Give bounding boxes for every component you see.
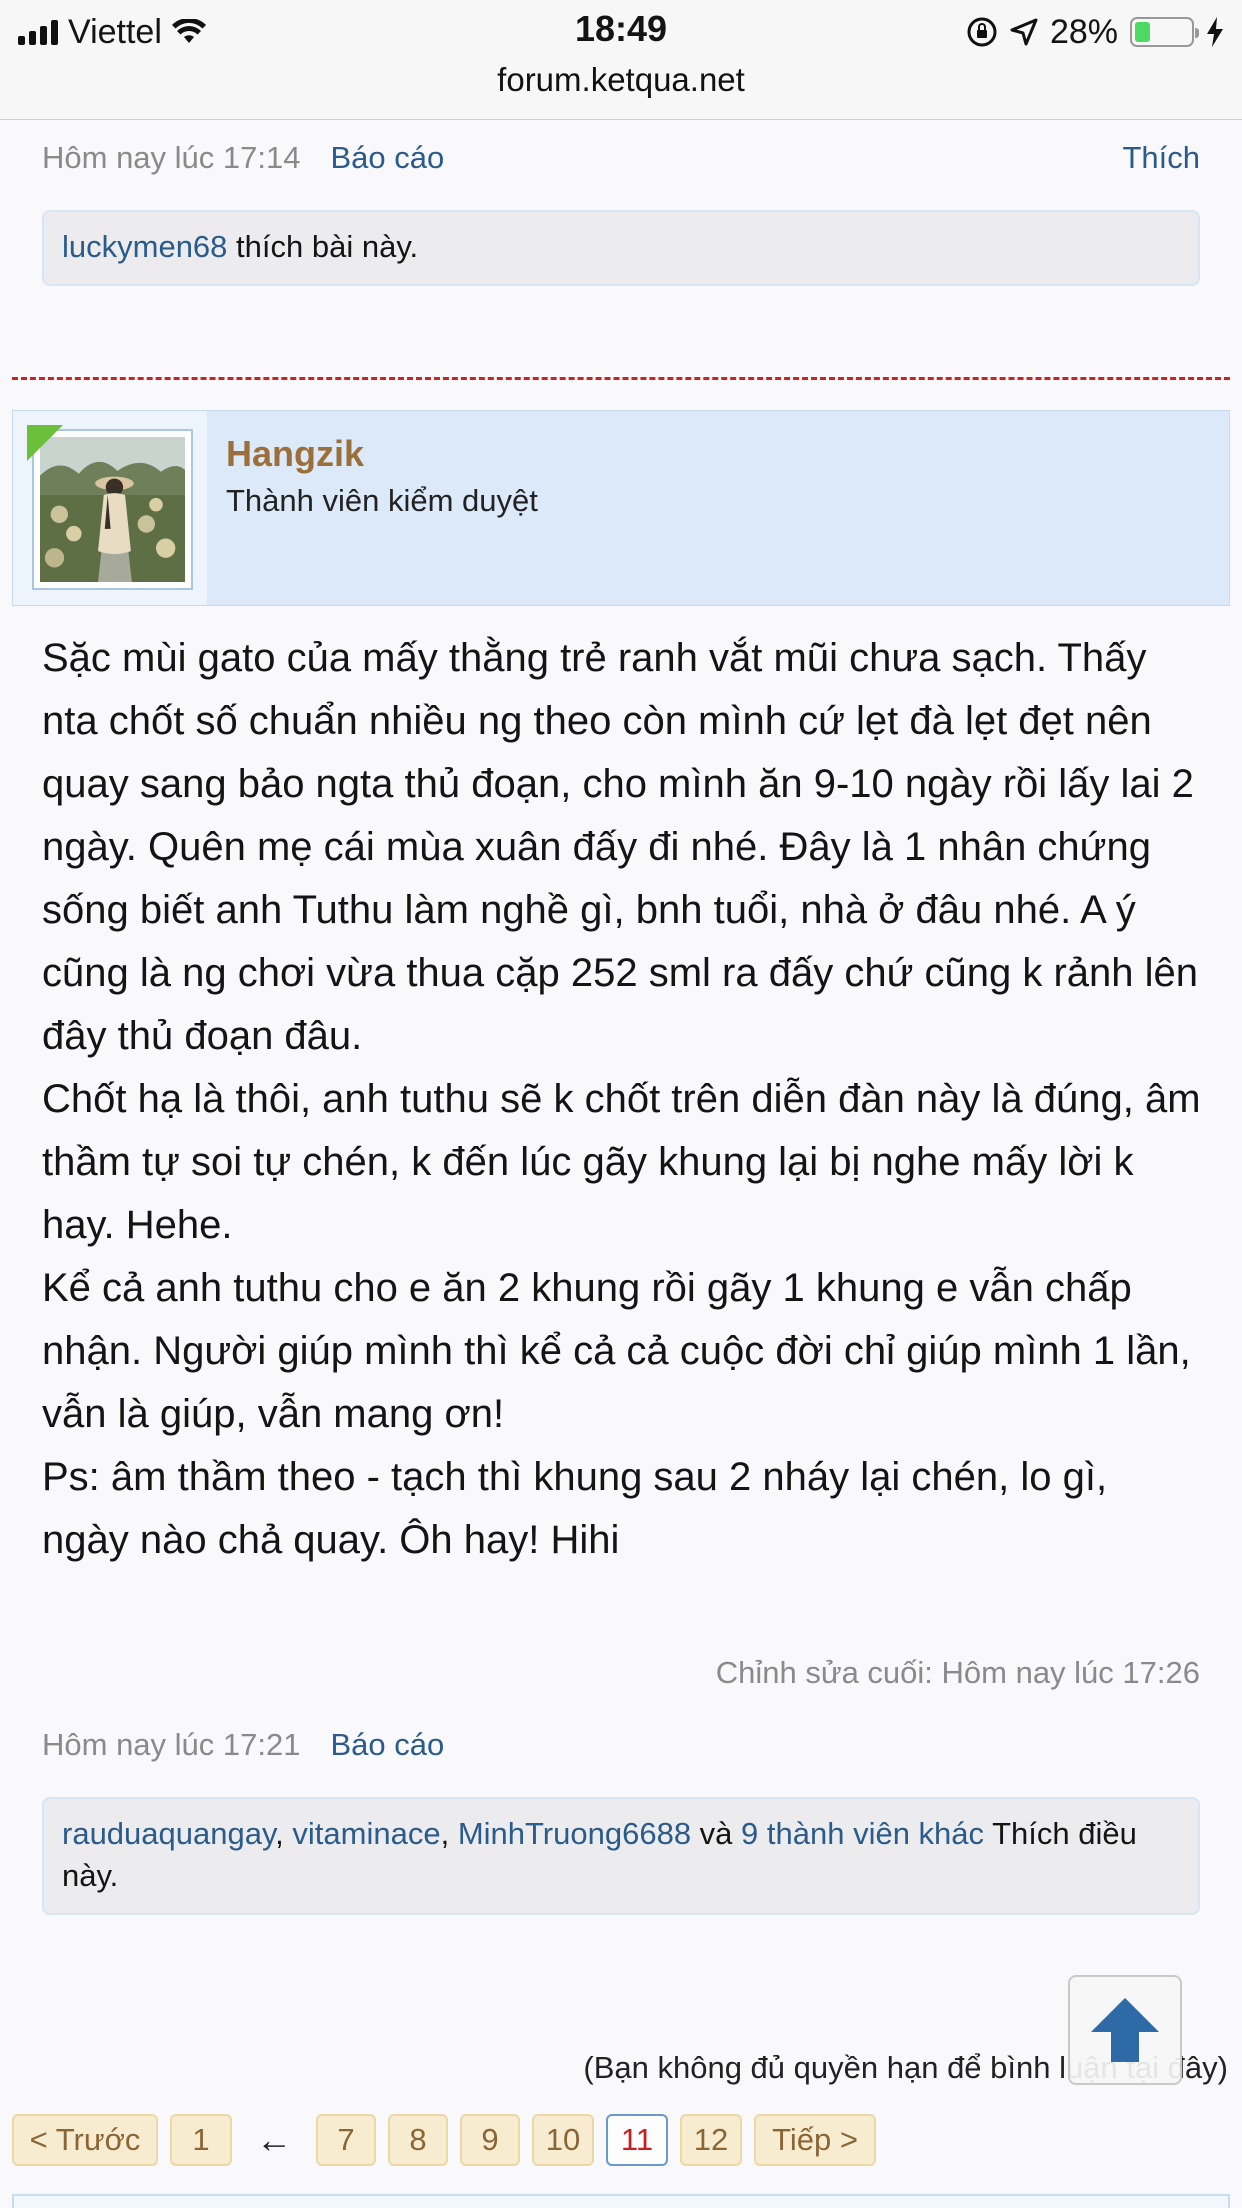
status-bar: Viettel 18:49 28% <box>0 0 1242 60</box>
author-name[interactable]: Hangzik <box>226 433 364 475</box>
location-arrow-icon <box>1010 18 1038 46</box>
next-page-button[interactable]: Tiếp > <box>754 2114 876 2166</box>
report-link[interactable]: Báo cáo <box>330 1727 444 1763</box>
footer-edge <box>12 2194 1230 2208</box>
message-paragraph: Ps: âm thầm theo - tạch thì khung sau 2 … <box>42 1455 1108 1562</box>
post-time: Hôm nay lúc 17:21 <box>42 1727 301 1762</box>
post-meta: Hôm nay lúc 17:21 Báo cáo <box>42 1723 1200 1767</box>
prev-post-meta: Hôm nay lúc 17:14 Báo cáo Thích <box>42 136 1200 180</box>
post-time: Hôm nay lúc 17:14 <box>42 140 301 175</box>
page-10-button[interactable]: 10 <box>532 2114 594 2166</box>
report-link[interactable]: Báo cáo <box>330 140 444 176</box>
author-title: Thành viên kiểm duyệt <box>226 483 538 518</box>
avatar-column <box>13 411 207 605</box>
page-12-button[interactable]: 12 <box>680 2114 742 2166</box>
arrow-up-icon <box>1091 1998 1159 2062</box>
page-7-button[interactable]: 7 <box>316 2114 376 2166</box>
pagination: < Trước 1 ← 7 8 9 10 11 12 Tiếp > <box>12 2114 888 2166</box>
message-paragraph: Chốt hạ là thôi, anh tuthu sẽ k chốt trê… <box>42 1077 1201 1247</box>
page-1-button[interactable]: 1 <box>170 2114 232 2166</box>
status-right: 28% <box>966 12 1224 52</box>
page-9-button[interactable]: 9 <box>460 2114 520 2166</box>
likes-summary: luckymen68 thích bài này. <box>42 210 1200 286</box>
battery-percent: 28% <box>1049 12 1118 51</box>
prev-page-button[interactable]: < Trước <box>12 2114 158 2166</box>
likes-summary: rauduaquangay, vitaminace, MinhTruong668… <box>42 1797 1200 1915</box>
likes-sep: , <box>440 1816 458 1851</box>
other-likers-link[interactable]: 9 thành viên khác <box>741 1816 984 1851</box>
last-edited: Chỉnh sửa cuối: Hôm nay lúc 17:26 <box>715 1655 1200 1690</box>
message-paragraph: Kể cả anh tuthu cho e ăn 2 khung rồi gãy… <box>42 1266 1191 1436</box>
post-divider <box>12 377 1230 380</box>
url-bar[interactable]: forum.ketqua.net <box>0 60 1242 120</box>
liker-link[interactable]: luckymen68 <box>62 229 227 264</box>
current-page-11[interactable]: 11 <box>606 2114 668 2166</box>
scroll-to-top-button[interactable] <box>1068 1975 1182 2085</box>
online-indicator <box>27 425 63 461</box>
like-link[interactable]: Thích <box>1122 140 1200 176</box>
liker-link[interactable]: MinhTruong6688 <box>458 1816 691 1851</box>
liker-link[interactable]: vitaminace <box>292 1816 440 1851</box>
page-8-button[interactable]: 8 <box>388 2114 448 2166</box>
pagination-separator: ← <box>256 2119 292 2160</box>
battery-icon <box>1130 17 1199 47</box>
url-text: forum.ketqua.net <box>497 61 745 98</box>
charging-bolt-icon <box>1207 17 1223 47</box>
likes-and: và <box>691 1816 742 1851</box>
likes-sep: , <box>275 1816 293 1851</box>
post-author-block: Hangzik Thành viên kiểm duyệt <box>12 410 1230 606</box>
message-paragraph: Sặc mùi gato của mấy thằng trẻ ranh vắt … <box>42 636 1198 1058</box>
orientation-lock-icon <box>967 17 997 47</box>
likes-text: thích bài này. <box>227 229 419 264</box>
post-message: Sặc mùi gato của mấy thằng trẻ ranh vắt … <box>42 627 1202 1572</box>
liker-link[interactable]: rauduaquangay <box>62 1816 275 1851</box>
